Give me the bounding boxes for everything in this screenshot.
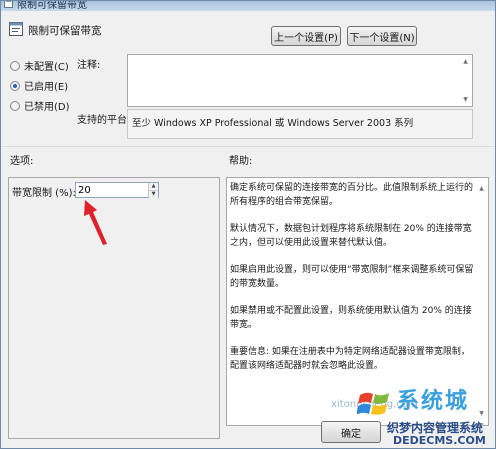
supported-platform-text: 至少 Windows XP Professional 或 Windows Ser… bbox=[132, 118, 414, 129]
disabled-radio[interactable]: 已禁用(D) bbox=[10, 98, 70, 113]
policy-title: 限制可保留带宽 bbox=[28, 25, 102, 37]
previous-setting-button[interactable]: 上一个设置(P) bbox=[271, 26, 341, 46]
watermark-site-url: DEDECMS.COM bbox=[393, 434, 486, 447]
policy-icon bbox=[4, 1, 13, 8]
policy-dialog: 限制可保留带宽 限制可保留带宽 上一个设置(P) 下一个设置(N) 未配置(C)… bbox=[0, 0, 496, 449]
enabled-radio[interactable]: 已启用(E) bbox=[10, 78, 68, 93]
help-paragraph: 如果禁用或不配置此设置，则系统使用默认值为 20% 的连接带宽。 bbox=[230, 306, 472, 330]
help-paragraph: 默认情况下，数据包计划程序将系统限制在 20% 的连接带宽之内，但可以使用此设置… bbox=[230, 224, 472, 248]
section-divider bbox=[1, 146, 495, 147]
not-configured-radio[interactable]: 未配置(C) bbox=[10, 58, 69, 73]
help-paragraph: 确定系统可保留的连接带宽的百分比。此值限制系统上运行的所有程序的组合带宽保留。 bbox=[230, 183, 474, 207]
spin-up-icon[interactable]: ▲ bbox=[149, 183, 158, 190]
spin-down-icon[interactable]: ▼ bbox=[149, 190, 158, 198]
options-pane: 带宽限制 (%): ▲ ▼ bbox=[8, 177, 220, 439]
help-paragraph: 重要信息: 如果在注册表中为特定网络适配器设置带宽限制，配置该网络适配器时就会忽… bbox=[230, 347, 470, 371]
scroll-up-icon[interactable]: ▲ bbox=[461, 57, 470, 66]
windows-logo-icon bbox=[357, 392, 389, 415]
watermark-brand: 系统城 bbox=[397, 389, 470, 414]
policy-setting-icon bbox=[9, 22, 23, 36]
bandwidth-limit-spinbox[interactable]: ▲ ▼ bbox=[75, 182, 159, 198]
supported-platform-value: 至少 Windows XP Professional 或 Windows Ser… bbox=[127, 109, 473, 139]
enabled-label: 已启用(E) bbox=[24, 82, 69, 93]
comment-label: 注释: bbox=[77, 60, 101, 71]
next-setting-button[interactable]: 下一个设置(N) bbox=[347, 26, 417, 46]
help-heading: 帮助: bbox=[229, 156, 253, 167]
watermark: 系统城 织梦内容管理系统 DEDECMS.COM bbox=[357, 383, 496, 449]
scroll-down-icon[interactable]: ▼ bbox=[461, 95, 470, 104]
radio-circle[interactable] bbox=[10, 60, 20, 71]
window-title: 限制可保留带宽 bbox=[17, 1, 87, 11]
not-configured-label: 未配置(C) bbox=[24, 62, 69, 73]
scroll-up-icon[interactable]: ▲ bbox=[477, 182, 486, 196]
help-paragraph: 如果启用此设置，则可以使用“带宽限制”框来调整系统可保留的带宽数量。 bbox=[230, 265, 474, 289]
supported-platform-label: 支持的平台: bbox=[77, 115, 131, 126]
radio-circle-checked[interactable] bbox=[10, 80, 20, 91]
radio-circle[interactable] bbox=[10, 100, 20, 111]
red-arrow-annotation-icon bbox=[84, 200, 107, 245]
bandwidth-limit-label: 带宽限制 (%): bbox=[12, 188, 76, 199]
disabled-label: 已禁用(D) bbox=[24, 102, 70, 113]
title-bar[interactable]: 限制可保留带宽 bbox=[1, 1, 495, 11]
spin-buttons[interactable]: ▲ ▼ bbox=[148, 183, 158, 198]
comment-textarea[interactable]: ▲ ▼ bbox=[127, 54, 473, 107]
options-heading: 选项: bbox=[10, 156, 34, 167]
bandwidth-limit-input[interactable] bbox=[76, 183, 148, 197]
